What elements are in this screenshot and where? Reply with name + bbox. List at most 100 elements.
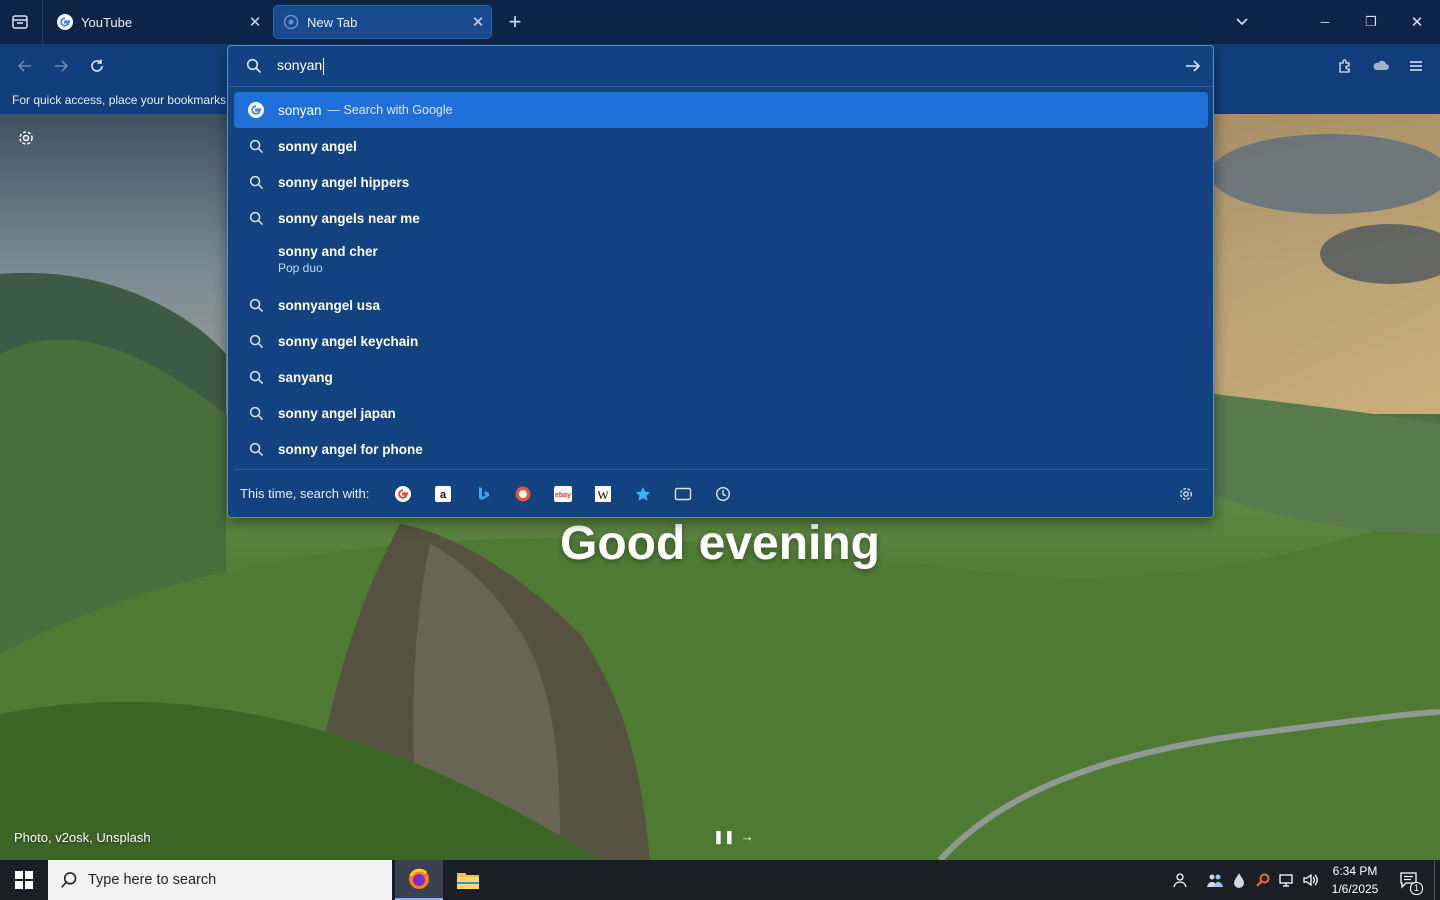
close-tab-button[interactable]: ✕ (242, 13, 268, 31)
search-placeholder: Type here to search (88, 872, 217, 888)
taskbar-clock[interactable]: 6:34 PM 1/6/2025 (1326, 862, 1384, 898)
search-icon (249, 175, 263, 189)
bookmarks-star-icon (636, 486, 651, 501)
suggestion-text: sonnyangel usa (278, 297, 381, 313)
suggestion-row[interactable]: sonny angel (234, 128, 1208, 164)
bookmarks-search-button[interactable] (623, 479, 663, 509)
google-icon (395, 485, 412, 502)
account-button[interactable] (1368, 53, 1394, 79)
newtab-settings-button[interactable] (14, 126, 38, 150)
restore-button[interactable]: ❐ (1348, 8, 1394, 36)
engine-google-button[interactable] (383, 479, 423, 509)
suggestion-text: sonny angel hippers (278, 174, 410, 190)
text-caret (323, 57, 325, 75)
suggestion-row[interactable]: sonyan — Search with Google (234, 92, 1208, 128)
ebay-icon: ebay (554, 485, 573, 502)
hamburger-icon (1410, 61, 1422, 71)
engine-wikipedia-button[interactable]: W (583, 479, 623, 509)
history-search-button[interactable] (703, 479, 743, 509)
firefox-icon (409, 868, 429, 889)
wallpaper-controls: ❚❚ → (713, 829, 754, 845)
tray-network[interactable] (1276, 860, 1298, 900)
forward-button[interactable] (48, 53, 74, 79)
people-button[interactable] (1168, 860, 1190, 900)
tray-dropbox[interactable] (1228, 860, 1250, 900)
suggestion-row[interactable]: sanyang (234, 359, 1208, 395)
tab-divider (42, 0, 43, 44)
menu-button[interactable] (1403, 53, 1429, 79)
clock-date: 1/6/2025 (1331, 882, 1379, 896)
next-arrow-icon[interactable]: → (741, 829, 754, 845)
tab-new-tab[interactable]: New Tab ✕ (273, 5, 492, 39)
tabs-icon (675, 487, 692, 500)
tab-strip: YouTube ✕ New Tab ✕ + ─ ❐ ✕ (0, 0, 1440, 44)
search-icon (249, 442, 263, 456)
extensions-button[interactable] (1332, 53, 1358, 79)
svg-text:ebay: ebay (555, 492, 571, 499)
back-button[interactable] (12, 53, 38, 79)
suggestion-row[interactable]: sonny angel keychain (234, 323, 1208, 359)
tray-volume[interactable] (1300, 860, 1322, 900)
action-center-button[interactable]: 1 (1394, 860, 1424, 900)
drop-icon (1234, 873, 1244, 888)
reload-icon (91, 59, 103, 72)
chevron-down-icon (1236, 18, 1248, 26)
tray-network-app[interactable] (1204, 860, 1226, 900)
search-engine-oneoffs: This time, search with: a ebay W (234, 469, 1208, 517)
suggestion-action: — Search with Google (327, 103, 453, 117)
windows-taskbar: Type here to search 6:34 PM 1/6/2025 1 (0, 860, 1440, 900)
suggestion-text: sonny and cher (278, 244, 378, 259)
suggestion-text: sonny angel japan (278, 405, 396, 421)
tab-youtube[interactable]: YouTube ✕ (48, 5, 268, 39)
engine-duckduckgo-button[interactable] (503, 479, 543, 509)
photo-credit[interactable]: Photo, v2osk, Unsplash (14, 830, 151, 845)
tabs-search-button[interactable] (663, 479, 703, 509)
taskbar-search[interactable]: Type here to search (48, 860, 392, 900)
engine-amazon-button[interactable]: a (423, 479, 463, 509)
google-g-icon (57, 14, 73, 30)
arrow-left-icon (17, 60, 31, 72)
suggestion-row[interactable]: sonny angel for phone (234, 431, 1208, 467)
urlbar-value: sonyan (277, 57, 323, 74)
reload-button[interactable] (84, 53, 110, 79)
suggestion-row-rich[interactable]: sonny and cher Pop duo (234, 236, 1208, 287)
minimize-button[interactable]: ─ (1302, 8, 1348, 36)
magnifier-icon (1256, 873, 1270, 887)
suggestion-row[interactable]: sonnyangel usa (234, 287, 1208, 323)
engine-ebay-button[interactable]: ebay (543, 479, 583, 509)
urlbar-panel: sonyan sonyan — Search with Google sonny… (227, 45, 1214, 518)
pause-icon[interactable]: ❚❚ (713, 829, 735, 845)
show-desktop-button[interactable] (1434, 860, 1440, 900)
oneoff-label: This time, search with: (240, 486, 370, 501)
engine-bing-button[interactable] (463, 479, 503, 509)
suggestion-text: sanyang (278, 369, 333, 385)
search-settings-button[interactable] (1166, 479, 1206, 509)
new-tab-button[interactable]: + (503, 9, 527, 35)
suggestion-row[interactable]: sonny angel japan (234, 395, 1208, 431)
firefox-view-button[interactable] (8, 10, 32, 34)
urlbar-input[interactable]: sonyan (228, 46, 1213, 87)
start-button[interactable] (0, 860, 48, 900)
amazon-icon: a (435, 485, 452, 502)
suggestion-row[interactable]: sonny angel hippers (234, 164, 1208, 200)
suggestion-text: sonny angel for phone (278, 441, 423, 457)
close-window-button[interactable]: ✕ (1394, 8, 1440, 36)
taskbar-file-explorer[interactable] (444, 860, 492, 900)
search-icon (249, 139, 263, 153)
taskbar-firefox[interactable] (395, 860, 443, 900)
bing-icon (479, 486, 490, 500)
firefox-icon (283, 14, 299, 30)
suggestion-row[interactable]: sonny angels near me (234, 200, 1208, 236)
close-tab-button[interactable]: ✕ (465, 13, 491, 31)
search-icon (249, 211, 263, 225)
notification-count: 1 (1410, 882, 1424, 895)
duckduckgo-icon (515, 486, 531, 501)
search-icon (246, 58, 262, 74)
tray-search-app[interactable] (1252, 860, 1274, 900)
suggestion-list: sonyan — Search with Google sonny angel … (234, 92, 1208, 467)
folder-icon (457, 873, 479, 889)
go-arrow-icon[interactable] (1184, 58, 1202, 74)
list-all-tabs-button[interactable] (1230, 10, 1254, 34)
suggestion-text: sonyan (278, 102, 322, 118)
network-icon (1279, 874, 1293, 887)
